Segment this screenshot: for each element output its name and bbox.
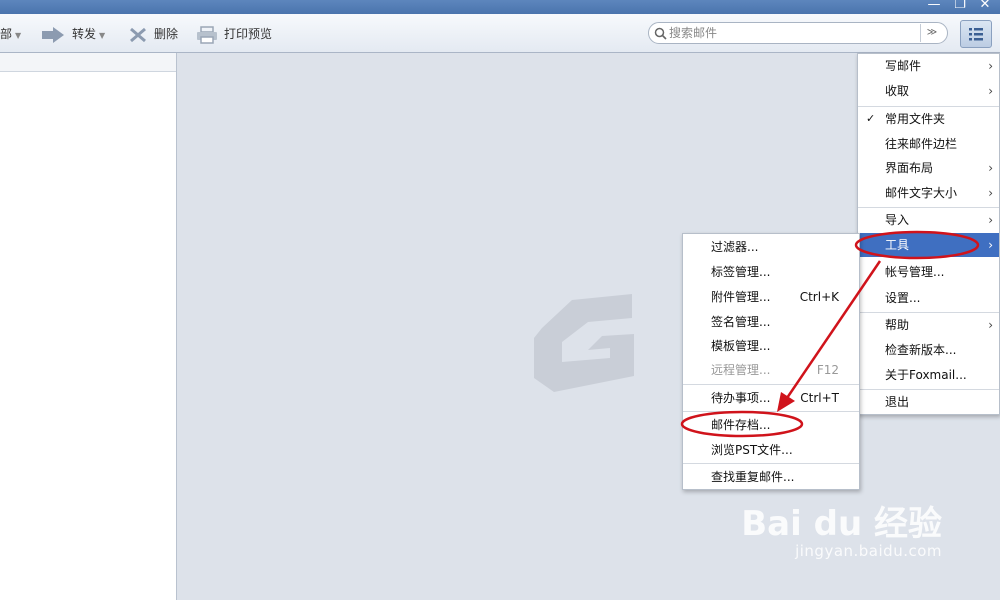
menu-item-label: 过滤器...	[711, 240, 759, 254]
menu-item-font-size[interactable]: 邮件文字大小 ›	[858, 181, 999, 205]
chevron-right-icon: ›	[988, 238, 993, 252]
menu-item-import[interactable]: 导入 ›	[858, 208, 999, 232]
menu-item-label: 标签管理...	[711, 265, 771, 279]
menu-item-tools[interactable]: 工具 ›	[858, 233, 999, 257]
menu-item-label: 浏览PST文件...	[711, 443, 793, 457]
watermark-sub: jingyan.baidu.com	[795, 542, 942, 560]
menu-item-label: 邮件存档...	[711, 418, 771, 432]
menu-item-compose[interactable]: 写邮件 ›	[858, 54, 999, 78]
close-icon[interactable]: ✕	[976, 0, 994, 13]
menu-item-find-duplicates[interactable]: 查找重复邮件...	[683, 465, 859, 489]
chevron-right-icon: ›	[988, 84, 993, 98]
chevron-right-icon: ›	[988, 186, 993, 200]
search-box: ≫	[648, 22, 948, 44]
menu-item-label: 模板管理...	[711, 339, 771, 353]
menu-item-label: 关于Foxmail...	[885, 368, 967, 382]
menu-item-common-folders[interactable]: ✓ 常用文件夹	[858, 107, 999, 131]
menu-item-filters[interactable]: 过滤器...	[683, 235, 859, 259]
menu-item-archive[interactable]: 邮件存档...	[683, 413, 859, 437]
menu-item-label: 设置...	[885, 291, 921, 305]
menu-item-signatures[interactable]: 签名管理...	[683, 310, 859, 334]
menu-item-label: 常用文件夹	[885, 112, 946, 126]
shortcut-label: F12	[816, 363, 839, 377]
chevron-down-icon[interactable]: ▼	[99, 31, 105, 40]
forward-arrow-icon	[42, 26, 64, 43]
printer-icon	[197, 25, 217, 44]
chevron-right-icon: ›	[988, 318, 993, 332]
search-icon	[654, 27, 667, 40]
chevron-down-icon[interactable]: ▼	[15, 31, 21, 40]
delete-icon	[130, 27, 146, 42]
search-input[interactable]	[669, 25, 914, 41]
menu-list-icon	[969, 28, 983, 41]
menu-item-contact-sidebar[interactable]: 往来邮件边栏	[858, 132, 999, 156]
menu-item-label: 查找重复邮件...	[711, 470, 795, 484]
forward-button[interactable]: 转发 ▼	[40, 24, 105, 44]
menu-item-todo[interactable]: 待办事项... Ctrl+T	[683, 386, 859, 410]
menu-item-label: 收取	[885, 84, 910, 98]
minimize-icon[interactable]: —	[925, 0, 943, 13]
print-preview-button[interactable]: 打印预览	[196, 24, 272, 44]
mail-list-pane[interactable]	[0, 53, 177, 600]
menu-item-label: 写邮件	[885, 59, 922, 73]
menu-item-attachments[interactable]: 附件管理... Ctrl+K	[683, 285, 859, 309]
menu-item-check-update[interactable]: 检查新版本...	[858, 338, 999, 362]
menu-separator	[683, 384, 859, 385]
forward-label: 转发	[72, 27, 97, 41]
main-menu: 写邮件 › 收取 › ✓ 常用文件夹 往来邮件边栏 界面布局 › 邮件文字大小 › 导入 ›…	[857, 53, 1000, 415]
menu-item-label: 工具	[885, 238, 910, 252]
menu-item-label: 签名管理...	[711, 315, 771, 329]
menu-item-label: 帮助	[885, 318, 910, 332]
delete-label: 删除	[154, 27, 179, 41]
mail-list-header	[0, 53, 176, 72]
chevron-right-icon: ›	[988, 59, 993, 73]
menu-item-label: 退出	[885, 395, 910, 409]
reply-all-button[interactable]: 部 ▼	[0, 24, 21, 44]
window-titlebar: — ❐ ✕	[0, 0, 1000, 14]
menu-item-label: 远程管理...	[711, 363, 771, 377]
menu-separator	[683, 463, 859, 464]
foxmail-logo-icon	[534, 294, 634, 392]
menu-item-browse-pst[interactable]: 浏览PST文件...	[683, 438, 859, 462]
shortcut-label: Ctrl+T	[800, 391, 839, 405]
menu-item-label: 往来邮件边栏	[885, 137, 958, 151]
menu-item-accounts[interactable]: 帐号管理...	[858, 260, 999, 284]
delete-button[interactable]: 删除	[128, 24, 178, 44]
toolbar: 部▼ 转发▼ 删除 打印预览 ≫	[0, 14, 1000, 53]
menu-item-label: 导入	[885, 213, 910, 227]
shortcut-label: Ctrl+K	[799, 290, 839, 304]
restore-icon[interactable]: ❐	[951, 0, 969, 13]
print-preview-label: 打印预览	[224, 27, 273, 41]
tools-submenu: 过滤器... 标签管理... 附件管理... Ctrl+K 签名管理... 模板管…	[682, 233, 860, 490]
menu-item-label: 邮件文字大小	[885, 186, 958, 200]
menu-item-receive[interactable]: 收取 ›	[858, 79, 999, 103]
menu-item-layout[interactable]: 界面布局 ›	[858, 156, 999, 180]
search-options-icon[interactable]: ≫	[920, 24, 943, 42]
menu-item-settings[interactable]: 设置...	[858, 286, 999, 310]
menu-item-about[interactable]: 关于Foxmail...	[858, 363, 999, 387]
menu-item-tags[interactable]: 标签管理...	[683, 260, 859, 284]
chevron-right-icon: ›	[988, 213, 993, 227]
check-icon: ✓	[866, 112, 876, 125]
menu-item-label: 待办事项...	[711, 391, 771, 405]
menu-item-exit[interactable]: 退出	[858, 390, 999, 414]
menu-separator	[683, 411, 859, 412]
menu-item-label: 附件管理...	[711, 290, 771, 304]
menu-item-templates[interactable]: 模板管理...	[683, 334, 859, 358]
reply-all-label: 部	[0, 27, 13, 41]
watermark-main: Bai du 经验	[741, 504, 942, 544]
main-menu-button[interactable]	[960, 20, 992, 48]
menu-item-help[interactable]: 帮助 ›	[858, 313, 999, 337]
menu-item-label: 界面布局	[885, 161, 934, 175]
baidu-watermark: Bai du 经验 jingyan.baidu.com	[741, 506, 942, 560]
menu-item-label: 帐号管理...	[885, 265, 945, 279]
menu-item-label: 检查新版本...	[885, 343, 957, 357]
menu-item-remote: 远程管理... F12	[683, 358, 859, 382]
chevron-right-icon: ›	[988, 161, 993, 175]
